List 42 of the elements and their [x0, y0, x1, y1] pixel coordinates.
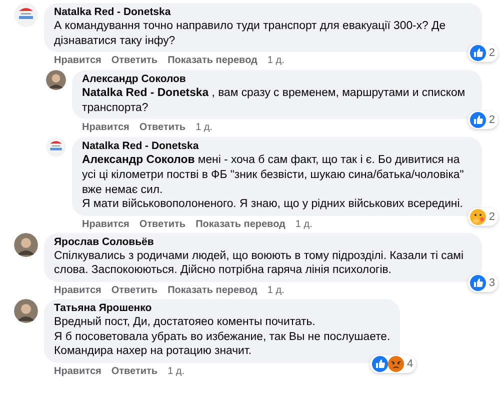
comment-author[interactable]: Natalka Red - Donetska [82, 140, 472, 154]
comment-action-link[interactable]: Нравится [82, 218, 130, 231]
comment-time: 1 д. [267, 54, 284, 68]
comment-author[interactable]: Natalka Red - Donetska [54, 6, 472, 19]
comment-action-link[interactable]: Ответить [111, 284, 158, 297]
comment-action-link[interactable]: Нравится [54, 284, 102, 297]
reaction-count: 3 [488, 276, 495, 289]
avatar-logo-icon[interactable] [46, 137, 66, 158]
reaction-count: 2 [488, 114, 495, 126]
reaction-badge[interactable]: 4 [370, 354, 416, 373]
comment-author[interactable]: Александр Соколов [82, 73, 472, 86]
comment-time: 1 д. [196, 121, 213, 134]
comment-time: 1 д. [168, 364, 185, 378]
comment-action-link[interactable]: Ответить [139, 121, 186, 134]
comment-action-link[interactable]: Ответить [111, 364, 158, 378]
comment-text: Спілкувались з родичами людей, що воюють в тому підрозділі. Казали ті самі слова. Заспокоюються. Дійсно потрібна гаряча лінія психологів. [54, 248, 465, 278]
reaction-badge[interactable]: 2 [468, 44, 498, 62]
comment-text: Natalka Red - Donetska , вам сразу с временем, маршрутами и списком транспорта? [82, 86, 466, 116]
avatar-icon[interactable] [46, 70, 66, 90]
comment-text: Александр Соколов мені - хоча б сам факт, що так і є. Бо дивитися на усі ці кілометри постві в ФБ "зник безвісти, шукаю сина/батька/чоловіка" вже немає сил. Я мати військовополоненого. Я знаю, що у рідних військових всередині. [82, 153, 465, 212]
comment-action-link[interactable]: Показать перевод [196, 218, 286, 231]
reaction-count: 2 [488, 47, 495, 60]
comment-action-link[interactable]: Ответить [139, 218, 186, 231]
reaction-badge[interactable]: 2 [468, 208, 498, 226]
comment-author[interactable]: Татьяна Ярошенко [54, 302, 390, 315]
avatar-icon[interactable] [14, 232, 38, 257]
comment-action-link[interactable]: Нравится [82, 121, 130, 134]
comment-action-link[interactable]: Ответить [111, 54, 158, 68]
comment-action-link[interactable]: Нравится [54, 364, 102, 378]
reaction-count: 2 [488, 210, 495, 223]
reaction-count: 4 [407, 358, 414, 370]
comment-action-link[interactable]: Нравится [54, 54, 102, 68]
avatar-icon[interactable] [14, 298, 38, 323]
comment-author[interactable]: Ярослав Соловьёв [54, 236, 472, 249]
reaction-badge[interactable]: 2 [468, 111, 498, 130]
comment-action-link[interactable]: Показать перевод [168, 54, 258, 68]
avatar-logo-icon[interactable] [14, 3, 38, 27]
comment-text: А командування точно направило туди транспорт для евакуації 300-х? Де дізнаватися таку інфу? [54, 19, 447, 48]
comment-action-link[interactable]: Показать перевод [168, 284, 258, 297]
reaction-badge[interactable]: 3 [468, 274, 498, 292]
comment-time: 1 д. [267, 284, 284, 297]
comment-time: 1 д. [295, 218, 312, 231]
